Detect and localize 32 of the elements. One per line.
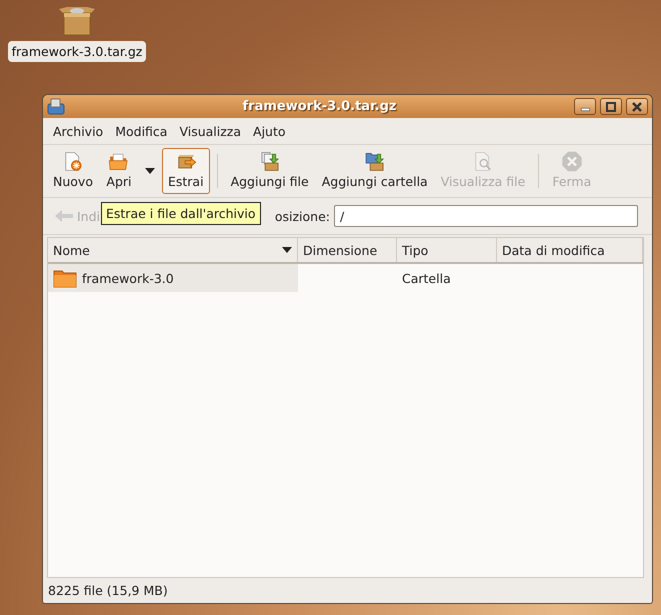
caret-icon (144, 168, 155, 174)
folder-icon (53, 268, 77, 288)
sort-arrow-icon (282, 247, 292, 253)
close-icon (632, 102, 642, 112)
maximize-icon (606, 102, 616, 112)
status-text: 8225 file (15,9 MB) (47, 582, 169, 600)
column-header[interactable]: Nome (48, 238, 298, 262)
menu-item[interactable]: Visualizza (173, 122, 248, 140)
toolbar-button[interactable]: Apri (100, 148, 138, 194)
location-label: osizione: (274, 208, 330, 224)
table-cell: Cartella (402, 270, 451, 286)
window-title: framework-3.0.tar.gz (242, 99, 398, 114)
left-arrow-icon (54, 209, 74, 223)
column-header[interactable]: Tipo (397, 238, 497, 262)
toolbar-button[interactable]: Aggiungi cartella (316, 148, 434, 194)
menu-item[interactable]: Ajuto (247, 122, 292, 140)
desktop-icon-label[interactable]: framework-3.0.tar.gz (8, 41, 146, 62)
menu-item[interactable]: Modifica (109, 122, 174, 140)
toolbar-button[interactable]: Nuovo (47, 148, 99, 194)
tooltip: Estrae i file dall'archivio (101, 202, 261, 225)
toolbar-button[interactable]: Aggiungi file (224, 148, 315, 194)
archive-icon (47, 98, 65, 115)
minimize-icon (580, 108, 590, 111)
maximize-button[interactable] (600, 98, 622, 115)
location-field[interactable]: / (334, 205, 638, 227)
toolbar-button[interactable]: Estrai (162, 148, 210, 194)
column-header[interactable]: Data di modifica (497, 238, 643, 262)
file-name[interactable]: framework-3.0 (82, 270, 174, 286)
column-header[interactable]: Dimensione (298, 238, 397, 262)
menu-item[interactable]: Archivio (47, 122, 110, 140)
minimize-button[interactable] (574, 98, 596, 115)
close-button[interactable] (626, 98, 648, 115)
